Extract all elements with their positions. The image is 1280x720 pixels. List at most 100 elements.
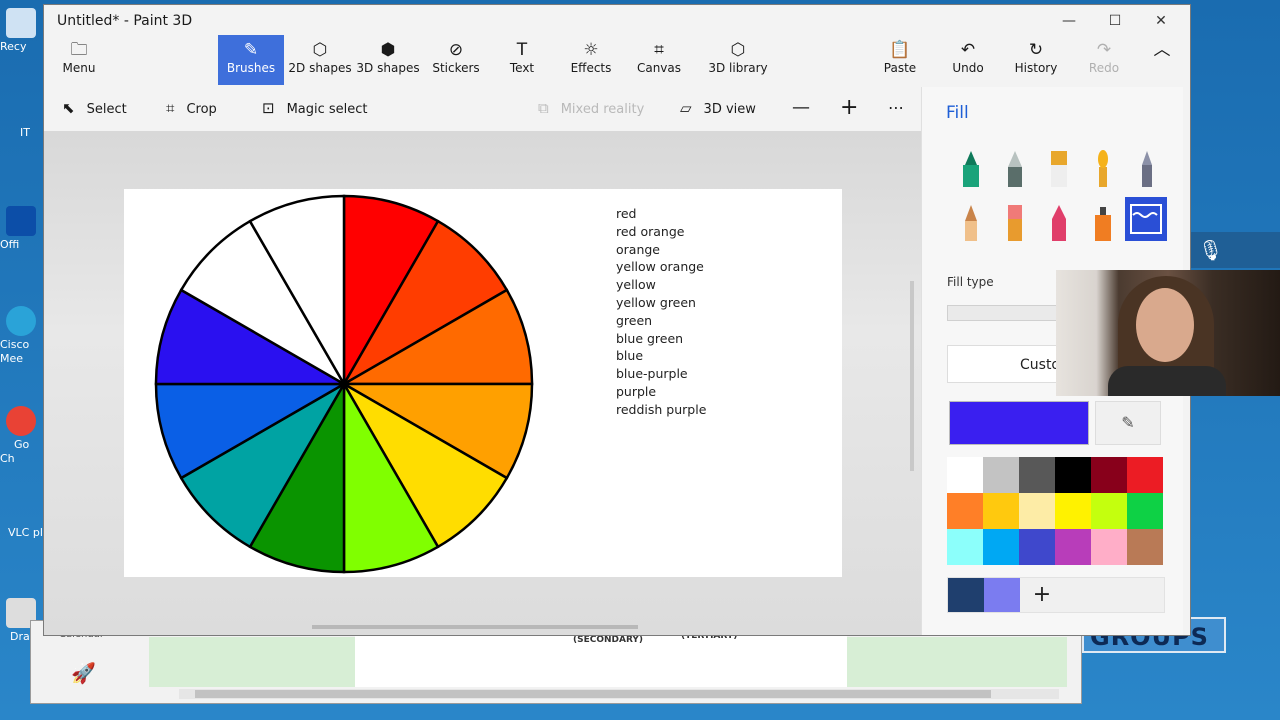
desktop-icon-vlc[interactable]: VLC pl [0, 526, 44, 540]
background-scroll-thumb[interactable] [195, 690, 991, 698]
palette-swatch[interactable] [1055, 529, 1091, 565]
color-list-item: red [616, 206, 637, 221]
color-list-item: blue [616, 348, 644, 364]
palette-swatch[interactable] [983, 457, 1019, 493]
palette-swatch[interactable] [1127, 529, 1163, 565]
history-button[interactable]: ↻ History [1014, 35, 1058, 85]
color-wheel[interactable] [152, 192, 536, 576]
background-scrollbar[interactable] [179, 689, 1059, 699]
color-list-item: orange [616, 241, 660, 257]
watercolor-brush-icon[interactable] [1087, 149, 1119, 189]
color-list-item: yellow [616, 277, 656, 293]
maximize-button[interactable]: ☐ [1092, 9, 1138, 33]
desktop-icon-cisco[interactable]: Cisco Mee [0, 306, 44, 366]
color-list-item: red orange [616, 223, 685, 239]
green-area-right [847, 637, 1067, 687]
tab-canvas[interactable]: ⌗ Canvas [636, 35, 682, 85]
tab-effects[interactable]: ☼ Effects [566, 35, 616, 85]
select-tool[interactable]: ⬉ Select [62, 87, 127, 129]
text-icon: T [516, 40, 528, 60]
vertical-scrollbar[interactable] [910, 281, 914, 471]
color-list-item: blue green [616, 330, 684, 346]
window-title: Untitled* - Paint 3D [57, 13, 193, 29]
palette-swatch[interactable] [947, 493, 983, 529]
magic-select-tool[interactable]: ⊡ Magic select [262, 87, 368, 129]
secondary-label: (SECONDARY) [573, 635, 644, 645]
workspace[interactable]: red red orange orange yellow orange yellow ye… [44, 131, 921, 635]
shapes-2d-icon: ⬡ [312, 40, 328, 60]
palette-swatch[interactable] [983, 529, 1019, 565]
palette-swatch[interactable] [1055, 493, 1091, 529]
mixed-reality-icon: ⧉ [538, 99, 549, 117]
mixed-reality-button[interactable]: ⧉ Mixed reality [538, 87, 644, 129]
cube-icon: ⬢ [380, 40, 396, 60]
title-bar: Untitled* - Paint 3D — ☐ ✕ [44, 5, 1190, 35]
view-3d-button[interactable]: ▱ 3D view [680, 87, 756, 129]
spray-can-icon[interactable] [1087, 203, 1119, 243]
custom-swatch[interactable] [948, 578, 984, 612]
fill-type-label: Fill type [947, 275, 994, 289]
close-button[interactable]: ✕ [1138, 9, 1184, 33]
ribbon: 🗀 Menu ✎ Brushes ⬡ 2D shapes ⬢ 3D shapes ⊘ St… [44, 35, 1190, 85]
view-3d-icon: ▱ [680, 99, 692, 117]
calligraphy-pen-icon[interactable] [999, 149, 1031, 189]
color-list-item: green [616, 312, 653, 328]
panel-title: Fill [946, 103, 969, 123]
rocket-icon[interactable]: 🚀 [71, 661, 96, 685]
drawing-canvas[interactable]: red red orange orange yellow orange yellow ye… [124, 189, 842, 577]
desktop-icon-office[interactable]: Offi [0, 206, 44, 252]
more-options-button[interactable]: ⋯ [888, 87, 904, 129]
palette-swatch[interactable] [947, 457, 983, 493]
custom-colors-row: + [947, 577, 1165, 613]
tab-brushes[interactable]: ✎ Brushes [218, 35, 284, 85]
fill-bucket-icon[interactable] [1125, 197, 1167, 241]
palette-swatch[interactable] [1091, 493, 1127, 529]
palette-swatch[interactable] [1055, 457, 1091, 493]
palette-swatch[interactable] [947, 529, 983, 565]
current-color-swatch[interactable] [949, 401, 1089, 445]
zoom-in-button[interactable]: + [840, 87, 858, 129]
redo-button[interactable]: ↷ Redo [1088, 35, 1120, 85]
undo-button[interactable]: ↶ Undo [950, 35, 986, 85]
voice-toolbar[interactable]: 🎙 [1186, 232, 1280, 268]
palette-swatch[interactable] [983, 493, 1019, 529]
palette-swatch[interactable] [1127, 493, 1163, 529]
palette-swatch[interactable] [1091, 529, 1127, 565]
horizontal-scrollbar[interactable] [312, 625, 638, 629]
palette-swatch[interactable] [1127, 457, 1163, 493]
office-icon [6, 206, 36, 236]
add-color-button[interactable]: + [1024, 578, 1060, 612]
pencil-icon[interactable] [955, 203, 987, 243]
palette-swatch[interactable] [1019, 529, 1055, 565]
paste-button[interactable]: 📋 Paste [882, 35, 918, 85]
recycle-bin-icon [6, 8, 36, 38]
desktop-icon-recycle[interactable]: Recy [0, 8, 44, 54]
menu-button[interactable]: 🗀 Menu [54, 35, 104, 85]
marker-brush-icon[interactable] [955, 149, 987, 189]
desktop-icon-it[interactable]: IT [0, 126, 44, 140]
tab-3d-library[interactable]: ⬡ 3D library [698, 35, 778, 85]
collapse-ribbon-button[interactable]: ︿ [1150, 35, 1174, 85]
crayon-icon[interactable] [1043, 203, 1075, 243]
custom-swatch[interactable] [984, 578, 1020, 612]
palette-swatch[interactable] [1019, 457, 1055, 493]
pixel-pen-icon[interactable] [1131, 149, 1163, 189]
tab-stickers[interactable]: ⊘ Stickers [428, 35, 484, 85]
palette-swatch[interactable] [1019, 493, 1055, 529]
microphone-icon[interactable]: 🎙 [1198, 238, 1223, 262]
crop-tool[interactable]: ⌗ Crop [166, 87, 217, 129]
tab-text[interactable]: T Text [500, 35, 544, 85]
zoom-out-button[interactable]: — [792, 87, 810, 129]
palette-swatch[interactable] [1091, 457, 1127, 493]
eyedropper-button[interactable]: ✎ [1095, 401, 1161, 445]
brush-icon: ✎ [243, 40, 259, 60]
oil-brush-icon[interactable] [1043, 149, 1075, 189]
webcam-overlay [1056, 270, 1280, 396]
minimize-button[interactable]: — [1046, 9, 1092, 33]
tab-2d-shapes[interactable]: ⬡ 2D shapes [288, 35, 352, 85]
color-list-item: yellow orange [616, 259, 704, 275]
tab-3d-shapes[interactable]: ⬢ 3D shapes [356, 35, 420, 85]
history-icon: ↻ [1028, 40, 1044, 60]
eraser-icon[interactable] [999, 203, 1031, 243]
desktop-icon-chrome[interactable]: Go Ch [0, 406, 44, 466]
